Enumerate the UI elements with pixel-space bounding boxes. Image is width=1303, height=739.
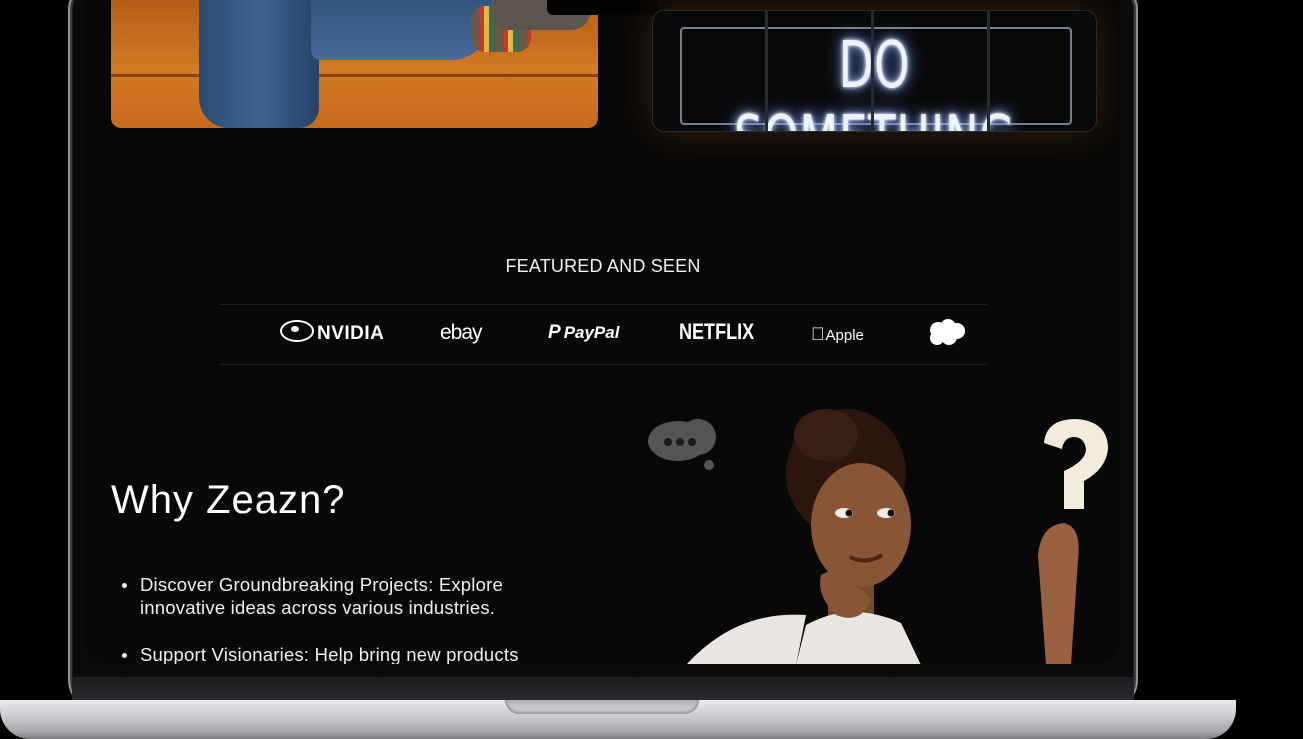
apple-logo-text: Apple — [812, 327, 864, 344]
floating-tab — [547, 0, 658, 15]
neon-sign-text: DO SOMETHING GREAT — [734, 29, 1014, 131]
nvidia-eye-icon — [280, 320, 314, 342]
thinking-woman-image — [648, 409, 1108, 664]
paypal-p-icon: P — [548, 322, 561, 343]
netflix-logo: NETFLIX — [679, 319, 755, 344]
neon-panel-divider — [765, 11, 768, 131]
why-list: Discover Groundbreaking Projects: Explor… — [122, 573, 560, 664]
why-list-item: Discover Groundbreaking Projects: Explor… — [122, 573, 560, 619]
jeans-leg — [199, 0, 319, 128]
laptop-screen: DO SOMETHING GREAT FEATURED AND SEEN NVI… — [86, 0, 1120, 664]
paypal-logo: P PayPal — [548, 322, 619, 344]
salesforce-cloud-icon — [930, 319, 965, 345]
neon-panel-divider — [871, 11, 874, 131]
why-list-item: Support Visionaries: Help bring new prod… — [122, 643, 560, 664]
nvidia-logo: NVIDIA — [280, 320, 384, 345]
neon-sign-photo: DO SOMETHING GREAT — [652, 10, 1097, 132]
laptop-open-notch — [505, 700, 699, 714]
paypal-logo-text: PayPal — [563, 323, 620, 342]
nvidia-logo-text: NVIDIA — [317, 323, 385, 344]
thought-bubble-icon — [648, 419, 716, 470]
neon-panel-divider — [987, 11, 990, 131]
why-title: Why Zeazn? — [111, 478, 346, 522]
logo-strip: NVIDIA ebay PPayPal NETFLIX Apple — [220, 304, 987, 365]
couch-seam — [111, 74, 598, 77]
ebay-logo: ebay — [440, 321, 483, 344]
jeans-leg-crossed — [311, 0, 491, 60]
question-mark-icon — [1044, 419, 1108, 509]
apple-icon:  — [811, 324, 825, 344]
apple-logo: Apple — [811, 324, 864, 345]
featured-title: FEATURED AND SEEN — [505, 256, 701, 276]
couch-photo — [111, 0, 598, 128]
